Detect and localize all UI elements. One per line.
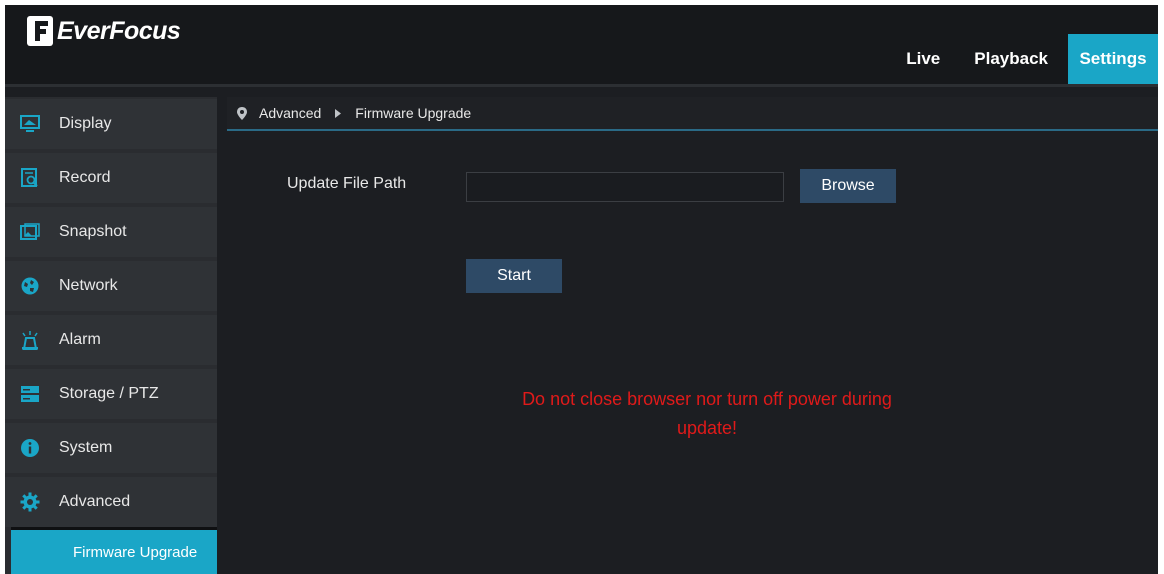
sidebar-item-storage[interactable]: Storage / PTZ xyxy=(5,369,217,419)
brand-logo: EverFocus xyxy=(27,13,181,49)
sidebar-item-label: Record xyxy=(59,169,111,186)
breadcrumb-section[interactable]: Advanced xyxy=(259,105,321,121)
top-header: EverFocus Live Playback Settings xyxy=(5,5,1158,87)
sidebar-item-label: Snapshot xyxy=(59,223,127,240)
breadcrumb-page: Firmware Upgrade xyxy=(355,105,472,121)
sidebar-item-label: Advanced xyxy=(59,493,131,510)
sidebar-subitem-firmware-upgrade[interactable]: Firmware Upgrade xyxy=(11,527,217,574)
record-icon xyxy=(19,167,41,189)
breadcrumb: Advanced Firmware Upgrade xyxy=(227,97,1158,131)
update-file-path-label: Update File Path xyxy=(287,175,407,192)
browse-button[interactable]: Browse xyxy=(800,169,896,203)
sidebar-item-label: Display xyxy=(59,115,112,132)
warning-line-2: update! xyxy=(676,418,738,438)
sidebar-item-advanced[interactable]: Advanced xyxy=(5,477,217,527)
sidebar-item-label: Network xyxy=(59,277,118,294)
snapshot-icon xyxy=(19,221,41,243)
sidebar-item-label: Alarm xyxy=(59,331,101,348)
everfocus-logo-icon xyxy=(27,16,53,46)
sidebar-subitem-label: Firmware Upgrade xyxy=(73,543,198,561)
sidebar-item-label: System xyxy=(59,439,113,456)
warning-line-1: Do not close browser nor turn off power … xyxy=(522,389,892,409)
nav-settings[interactable]: Settings xyxy=(1068,34,1158,84)
sidebar-item-system[interactable]: System xyxy=(5,423,217,473)
display-icon xyxy=(19,113,41,135)
sidebar-item-record[interactable]: Record xyxy=(5,153,217,203)
sidebar-item-snapshot[interactable]: Snapshot xyxy=(5,207,217,257)
start-button[interactable]: Start xyxy=(466,259,562,293)
brand-name: EverFocus xyxy=(57,16,181,45)
breadcrumb-arrow-icon xyxy=(335,108,342,118)
nav-live[interactable]: Live xyxy=(892,34,960,84)
sidebar-item-display[interactable]: Display xyxy=(5,99,217,149)
alarm-icon xyxy=(19,329,41,351)
upgrade-warning: Do not close browser nor turn off power … xyxy=(457,385,957,443)
sidebar-item-alarm[interactable]: Alarm xyxy=(5,315,217,365)
app-window: EverFocus Live Playback Settings Display xyxy=(5,5,1158,574)
storage-icon xyxy=(19,383,41,405)
main-content: Advanced Firmware Upgrade Update File Pa… xyxy=(227,97,1158,574)
sidebar: Display Record Snapshot Network Alarm St… xyxy=(5,97,217,574)
info-icon xyxy=(19,437,41,459)
gear-icon xyxy=(19,491,41,513)
update-file-path-input[interactable] xyxy=(466,172,784,202)
network-icon xyxy=(19,275,41,297)
sidebar-item-label: Storage / PTZ xyxy=(59,385,159,402)
sidebar-item-network[interactable]: Network xyxy=(5,261,217,311)
nav-playback[interactable]: Playback xyxy=(960,34,1068,84)
location-pin-icon xyxy=(237,106,247,120)
top-nav: Live Playback Settings xyxy=(892,34,1158,84)
